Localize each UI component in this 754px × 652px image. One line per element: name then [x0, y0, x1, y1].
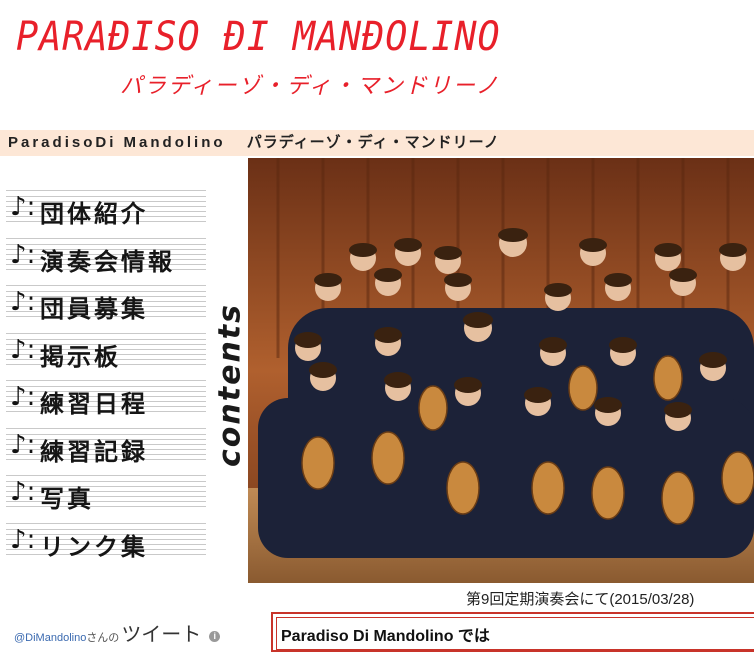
nav-item-practice-schedule[interactable]: ♪: 練習日程	[6, 380, 206, 418]
nav-item-about[interactable]: ♪: 団体紹介	[6, 190, 206, 228]
music-note-icon: ♪:	[10, 192, 36, 222]
twitter-widget-header: @DiMandolinoさんの ツイート i	[14, 618, 221, 647]
contents-nav: ♪: 団体紹介 ♪: 演奏会情報 ♪: 団員募集 ♪: 掲示板 ♪: 練習日程 …	[6, 190, 206, 570]
music-note-icon: ♪:	[10, 239, 36, 270]
music-note-icon: ♪:	[10, 477, 36, 507]
nav-item-label: 掲示板	[40, 342, 121, 371]
contents-side-label: contents	[212, 300, 248, 470]
music-note-icon: ♪:	[10, 287, 36, 317]
nav-item-label: 写真	[40, 485, 94, 513]
info-icon[interactable]: i	[209, 631, 221, 642]
page-title-english: ParadisoDi Mandolino	[8, 134, 226, 151]
intro-box-text: Paradiso Di Mandolino では	[281, 628, 490, 645]
nav-item-links[interactable]: ♪: リンク集	[6, 522, 206, 561]
twitter-tweet-title: ツイート	[121, 622, 202, 646]
photo-caption: 第9回定期演奏会にて(2015/03/28)	[466, 591, 695, 608]
nav-item-label: 練習日程	[40, 390, 148, 418]
music-note-icon: ♪:	[10, 524, 36, 555]
nav-item-concerts[interactable]: ♪: 演奏会情報	[6, 237, 206, 276]
nav-item-label: 練習記録	[40, 437, 148, 466]
nav-item-label: 団体紹介	[40, 200, 148, 228]
nav-item-practice-log[interactable]: ♪: 練習記録	[6, 427, 206, 466]
contents-side-label-text: contents	[212, 303, 248, 467]
intro-box: Paradiso Di Mandolino では	[271, 612, 754, 652]
music-note-icon: ♪:	[10, 382, 36, 412]
nav-item-recruiting[interactable]: ♪: 団員募集	[6, 285, 206, 323]
nav-item-label: リンク集	[40, 532, 148, 561]
music-note-icon: ♪:	[10, 429, 36, 460]
twitter-handle-link[interactable]: @DiMandolino	[14, 632, 86, 644]
site-logo-english: PARAĐISO ĐI MANĐOLINO	[16, 14, 501, 60]
music-note-icon: ♪:	[10, 334, 36, 365]
nav-item-bulletin-board[interactable]: ♪: 掲示板	[6, 332, 206, 371]
page-title-bar: ParadisoDi Mandolino パラディーゾ・ディ・マンドリーノ	[0, 130, 754, 156]
group-photo-illustration	[248, 158, 754, 583]
site-logo-japanese: パラディーゾ・ディ・マンドリーノ	[120, 74, 500, 99]
group-photo	[248, 158, 754, 583]
nav-item-photos[interactable]: ♪: 写真	[6, 475, 206, 513]
page-title-japanese: パラディーゾ・ディ・マンドリーノ	[246, 134, 500, 151]
nav-item-label: 演奏会情報	[40, 247, 175, 276]
nav-item-label: 団員募集	[40, 295, 148, 323]
